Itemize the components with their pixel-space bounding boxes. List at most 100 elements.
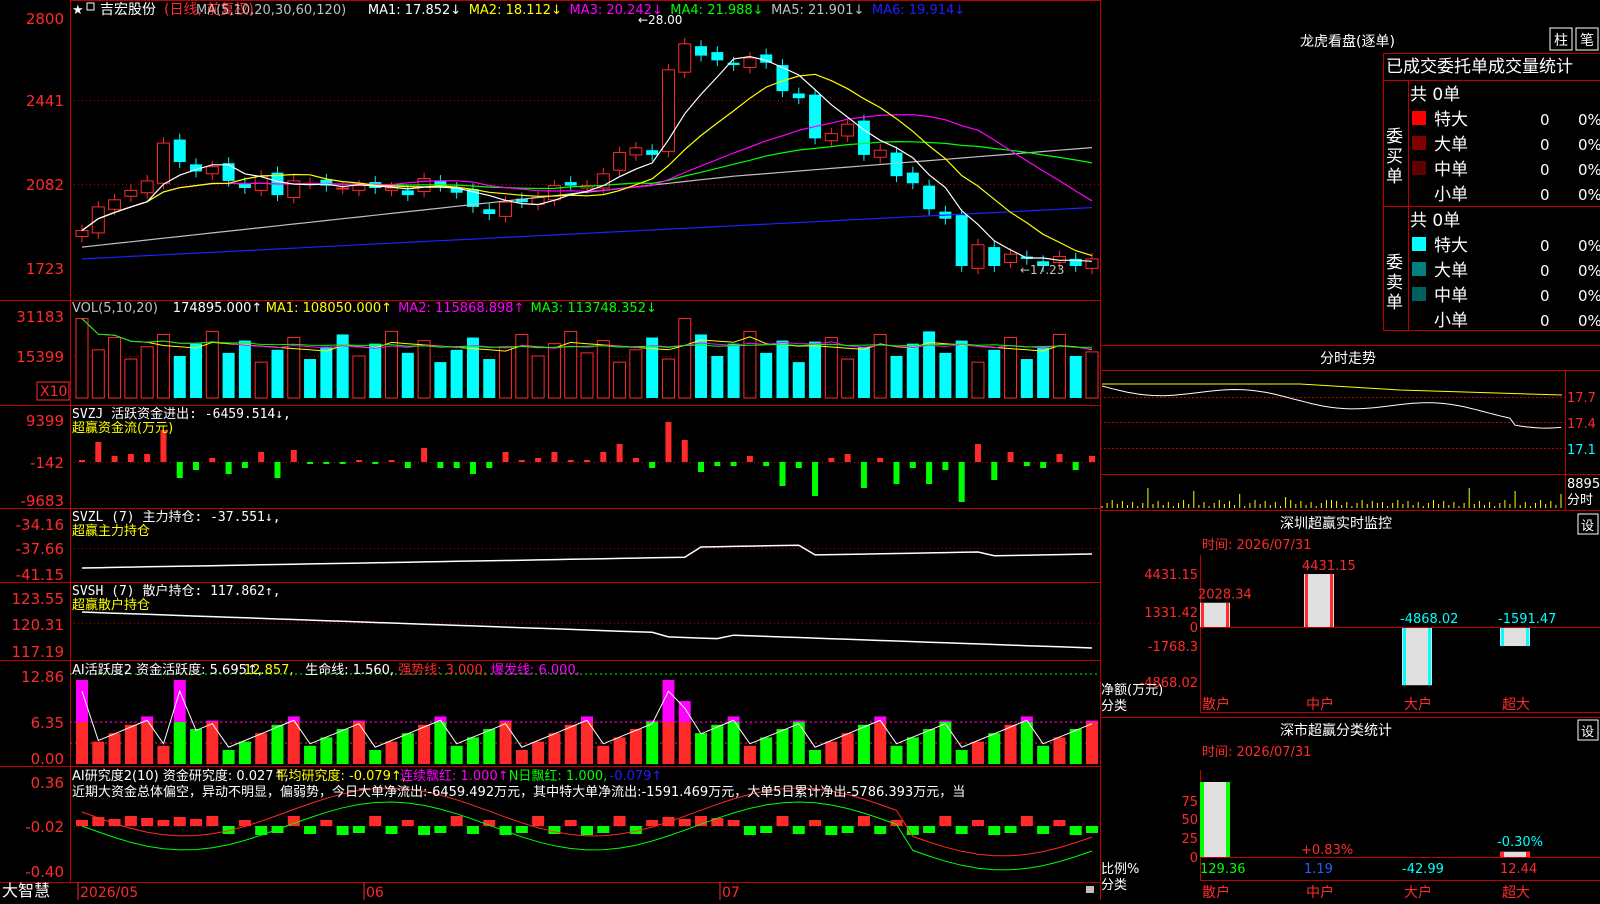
ma-legend: MA(5,10,20,30,60,120) MA1: 17.852↓ MA2: 18… [196,3,965,18]
activity-bar [304,745,317,764]
candle [336,187,350,190]
fund-bar [877,458,884,462]
activity-bar [401,733,414,764]
volume-bar [988,349,1001,398]
legend-item: MA4: 21.988↓ [670,3,763,18]
activity-bar [678,722,691,764]
legend-item: N日飘红: 1.000, [509,768,608,784]
activity-bar [988,733,1001,764]
svzl-legend2: 超赢主力持仓 [72,523,150,539]
class-pct: +0.83% [1301,843,1353,858]
research-bar [874,826,887,834]
fund-bar [958,462,965,502]
lhb-row-pct: 0% [1578,161,1600,179]
legend-item: 174895.000↑ [173,301,262,316]
sz-time: 时间: 2026/07/31 [1202,538,1311,553]
volume-bar [385,330,399,399]
volume-bar [743,330,757,399]
lhb-row-name: 大单 [1434,135,1468,155]
activity-bar [955,750,968,764]
volume-bars [75,318,1099,399]
volume-bar [173,355,186,398]
research-bar [581,826,593,835]
candle [923,185,936,210]
ytick: 117.19 [12,643,65,661]
lhb-row-pct: 0% [1578,237,1600,255]
legend-item: AI研究度2(10) 资金研究度: 0.027↑, [72,768,289,784]
activity-bar [434,716,447,723]
fund-bar [893,462,900,484]
candle [401,190,414,196]
sz-bar-label: 2028.34 [1198,588,1252,603]
volume-bar [727,343,740,398]
research-bar [646,820,659,826]
candle [824,133,838,142]
fund-bar [714,462,721,466]
candle [124,189,138,197]
class-ytick: 50 [1181,813,1198,828]
lhb-row-value: 0 [1540,111,1550,129]
bar-button-label: 柱 [1554,33,1568,49]
settings-icon[interactable] [86,2,95,11]
research-bar [352,826,365,833]
candle [613,152,627,171]
date-label: 06 [366,885,384,900]
research-bar [1053,820,1066,826]
activity-bar [369,750,382,764]
fund-bar [1023,462,1030,466]
ai-summary-text: 近期大资金总体偏空，异动不明显，偏弱势，今日大单净流出:-6459.492万元，… [72,784,965,800]
legend-item: VOL(5,10,20) [72,301,158,316]
lhb-row-name: 中单 [1434,286,1468,306]
research-bar [1004,826,1017,833]
research-bar [939,816,952,826]
activity-bar [923,729,936,764]
fund-bar [274,462,281,478]
lock-icon[interactable] [1086,886,1094,893]
activity-bar [727,722,740,764]
lhb-row-value: 0 [1540,161,1550,179]
fund-bar [909,462,916,468]
volume-bar [254,361,268,399]
activity-bar [548,733,561,764]
lhb-side-label: 单 [1386,167,1403,187]
class-category: 中户 [1306,884,1334,900]
activity-bar [1053,737,1066,764]
fund-bar [942,462,949,470]
activity-bar [646,720,659,723]
sz-category: 大户 [1404,696,1432,713]
legend-item: MA5: 21.901↓ [771,3,864,18]
fund-bar [421,448,428,462]
lhb-title: 龙虎看盘(逐单) [1300,33,1395,50]
activity-bar [483,729,496,764]
fund-bar [453,462,460,468]
sz-settings-label: 设 [1581,519,1594,534]
ytick: -9683 [20,492,64,510]
ma120-line [81,207,1093,260]
fund-bar [176,462,183,478]
fund-bar [926,462,933,484]
svzj-legend: SVZJ 活跃资金进出: -6459.514↓, [72,406,291,422]
volume-bar [450,349,463,398]
fund-bar [763,462,770,466]
candle [857,120,870,155]
research-bar [564,820,577,826]
volume-bar [776,340,789,398]
fund-bar [193,462,200,470]
activity-bar [173,722,186,764]
high-label: ←28.00 [638,13,682,27]
lhb-row-name: 中单 [1434,160,1468,180]
research-bar [988,826,1001,835]
candle [91,206,105,234]
star-icon[interactable]: ★ [72,3,84,18]
activity-bar [222,750,235,764]
fund-bar [1089,456,1095,462]
activity-bar [841,733,854,764]
fund-bar [649,462,656,468]
legend-item: MA2: 18.112↓ [469,3,562,18]
fund-bar [665,422,672,462]
research-bar [304,826,317,834]
activity-bar [906,737,919,764]
legend-item: MA(5,10,20,30,60,120) [196,3,346,18]
class-bar [1200,782,1230,857]
activity-bar [939,722,952,764]
